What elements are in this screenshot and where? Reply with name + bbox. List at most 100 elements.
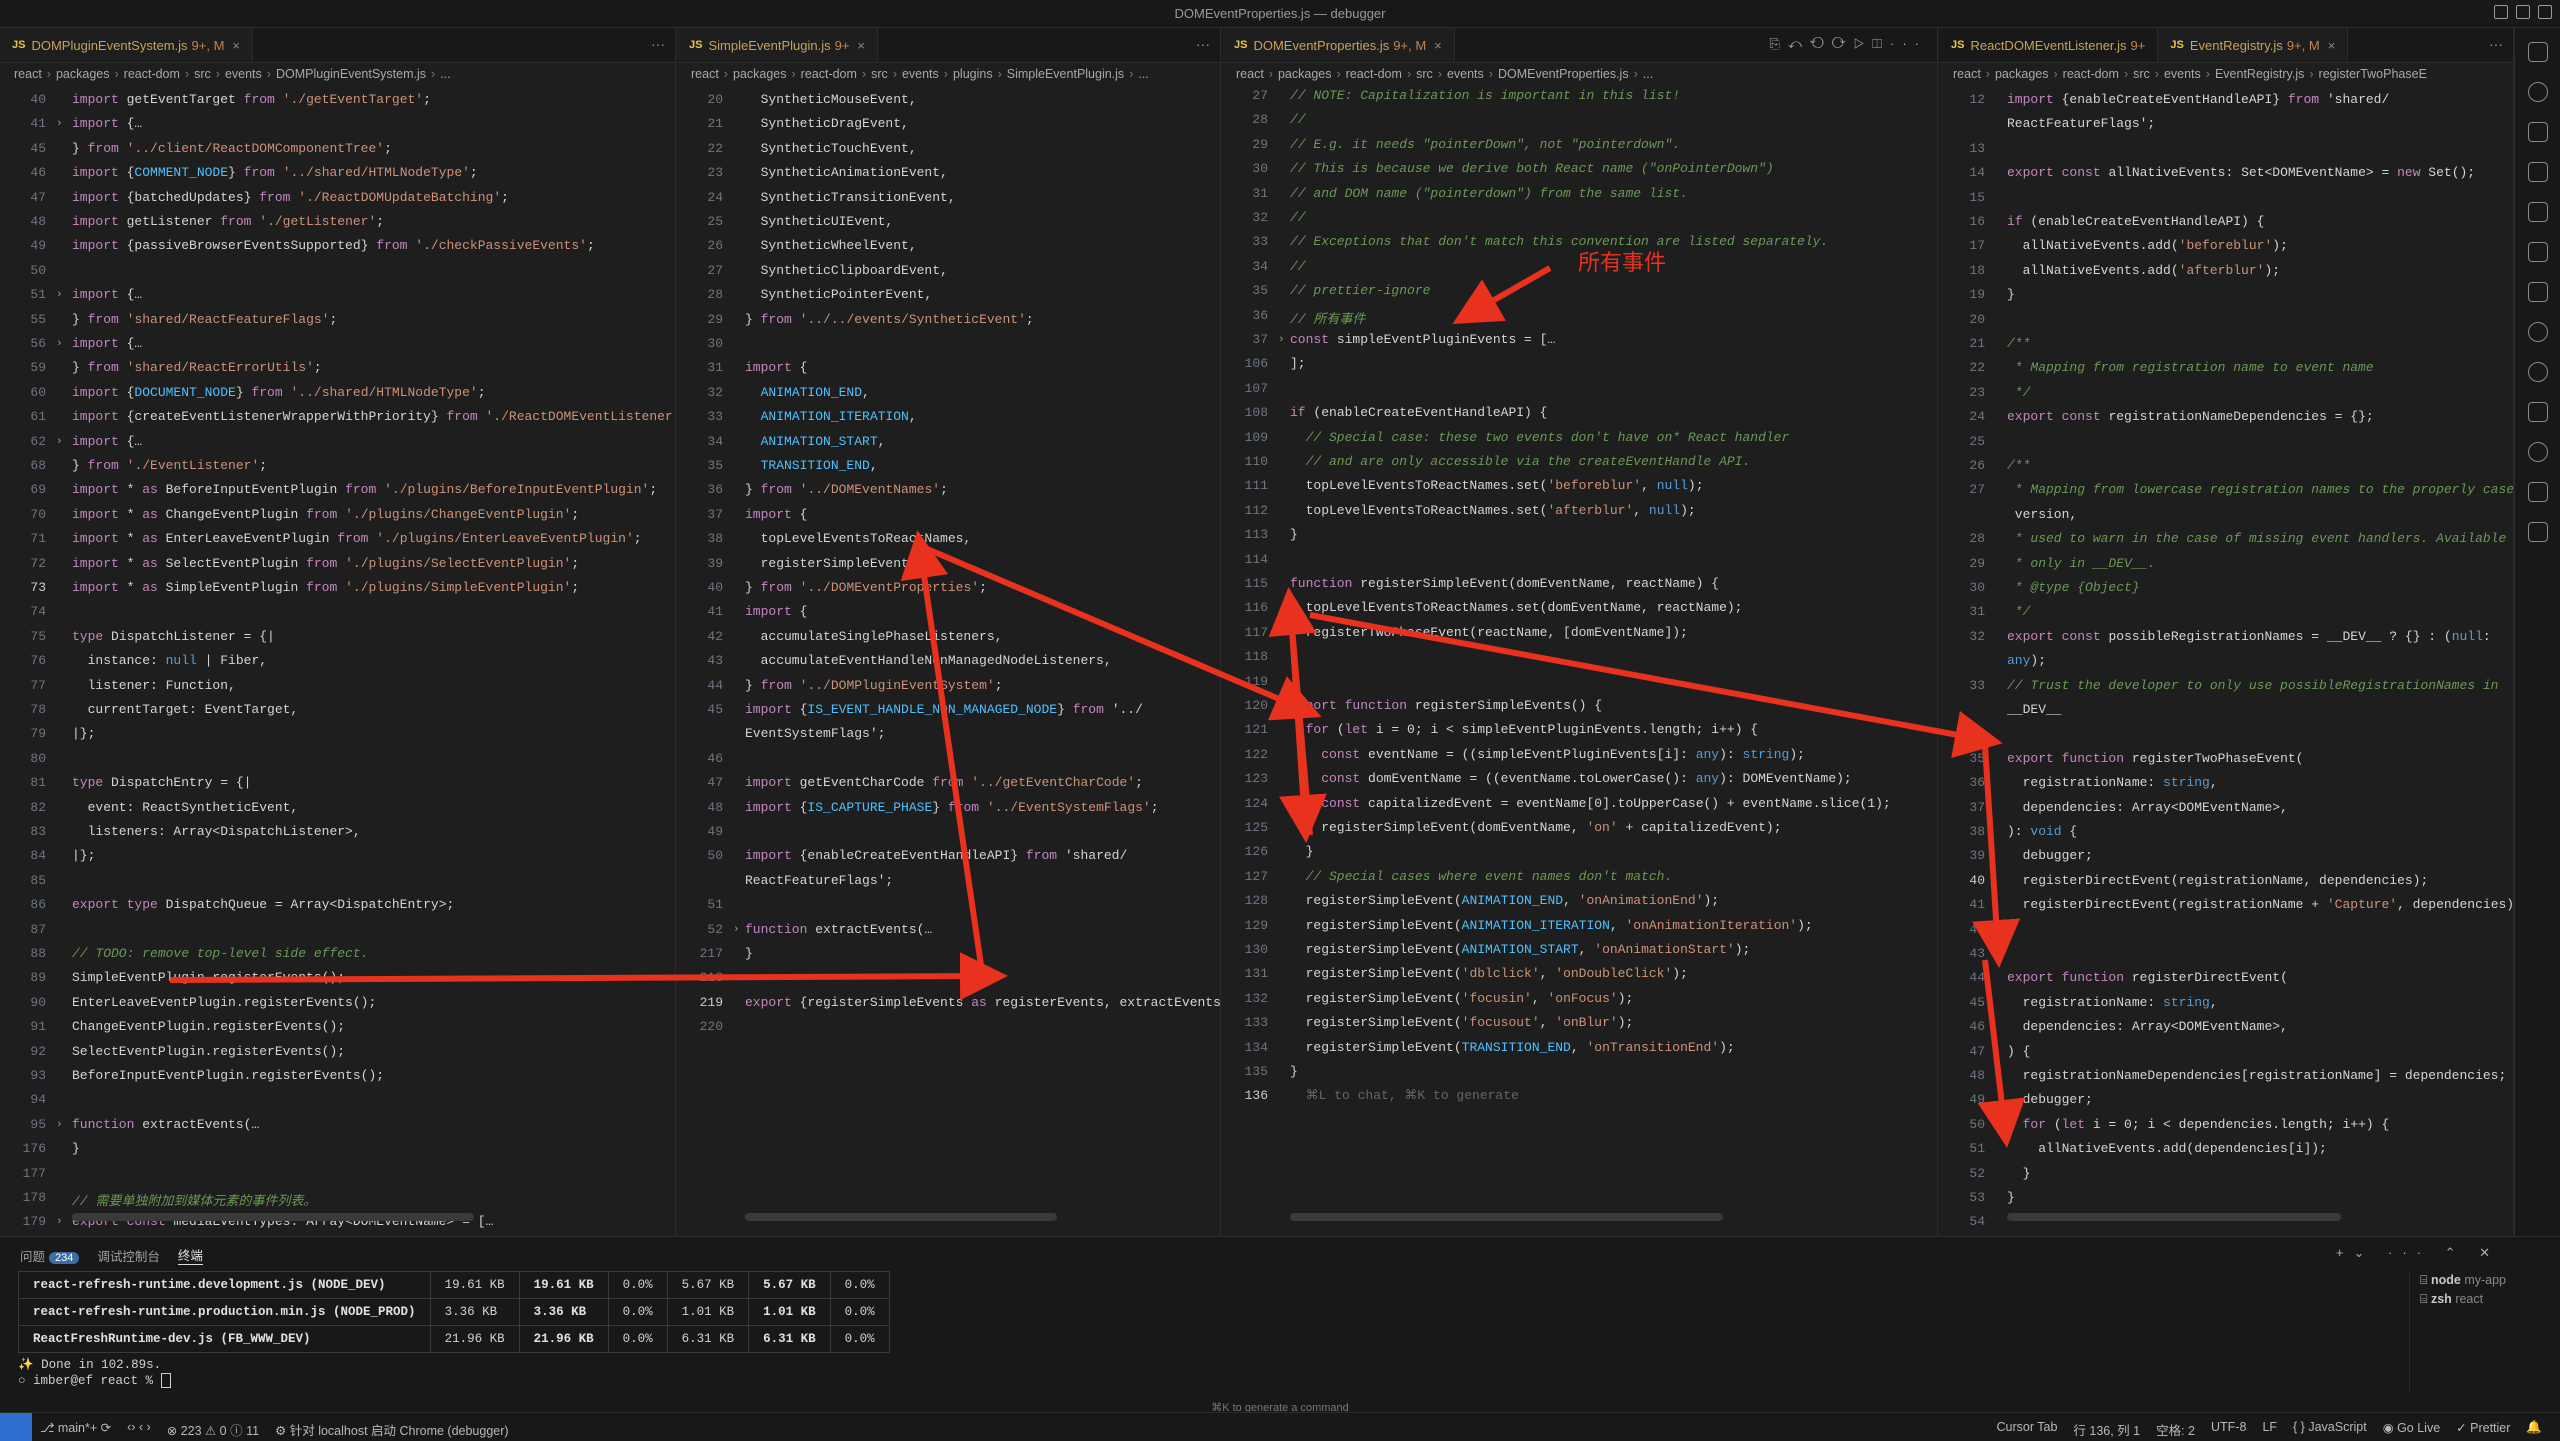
breadcrumb-item[interactable]: src (871, 67, 888, 81)
breadcrumb-item[interactable]: events (2164, 67, 2201, 81)
breadcrumb-item[interactable]: events (902, 67, 939, 81)
tab-simpleeventplugin[interactable]: JS SimpleEventPlugin.js 9+ × (677, 28, 879, 62)
close-icon[interactable]: × (1434, 38, 1442, 53)
breadcrumb-item[interactable]: events (1447, 67, 1484, 81)
tab-eventregistry[interactable]: JS EventRegistry.js 9+, M × (2158, 28, 2349, 62)
explorer-icon[interactable] (2528, 42, 2548, 62)
panel-toolbar[interactable]: +⌄ ··· ⌃ ✕ (2336, 1245, 2500, 1261)
database-icon[interactable] (2528, 242, 2548, 262)
fold-chevron-icon[interactable]: › (56, 289, 63, 301)
breadcrumb-item[interactable]: DOMEventProperties.js (1498, 67, 1629, 81)
extensions-icon[interactable] (2528, 162, 2548, 182)
remote-indicator[interactable] (0, 1413, 32, 1441)
breadcrumb-item[interactable]: ... (440, 67, 450, 81)
fold-chevron-icon[interactable]: › (1278, 334, 1285, 346)
terminal-table-row: ReactFreshRuntime-dev.js (FB_WWW_DEV) 21.… (18, 1325, 890, 1353)
code-editor[interactable]: 12 import {enableCreateEventHandleAPI} fr… (1939, 86, 2513, 1235)
problems-indicator[interactable]: ⊗ 223 ⚠ 0 ⓘ 11 (167, 1420, 259, 1439)
close-icon[interactable]: × (2328, 38, 2336, 53)
horizontal-scrollbar[interactable] (2007, 1213, 2341, 1221)
close-icon[interactable]: × (232, 38, 240, 53)
more-actions-icon[interactable]: ··· (2489, 36, 2503, 52)
timeline-icon[interactable] (2528, 362, 2548, 382)
go-live-button[interactable]: ◉ Go Live (2383, 1420, 2440, 1439)
toggle-sidebar-icon[interactable] (2516, 5, 2530, 19)
breadcrumb-item[interactable]: packages (56, 67, 110, 81)
line-number: 69 (30, 482, 46, 498)
remote-explorer-icon[interactable] (2528, 322, 2548, 342)
layout-controls[interactable] (2494, 5, 2552, 19)
fold-chevron-icon[interactable]: › (733, 924, 740, 936)
tab-reactdomeventlistener[interactable]: JS ReactDOMEventListener.js 9+ (1939, 28, 2159, 62)
breadcrumb-item[interactable]: packages (1278, 67, 1332, 81)
terminal-prompt[interactable]: ○ imber@ef react % (18, 1373, 171, 1389)
code-editor[interactable]: 27 // NOTE: Capitalization is important i… (1222, 86, 1937, 1235)
breadcrumb-item[interactable]: DOMPluginEventSystem.js (276, 67, 426, 81)
breadcrumb-item[interactable]: ... (1138, 67, 1148, 81)
language-mode[interactable]: { } JavaScript (2293, 1420, 2367, 1439)
fold-chevron-icon[interactable]: › (56, 1216, 63, 1228)
breadcrumb-item[interactable]: src (1416, 67, 1433, 81)
cursor-tab-status[interactable]: Cursor Tab (1996, 1420, 2057, 1439)
breadcrumb-item[interactable]: react-dom (1346, 67, 1402, 81)
customize-layout-icon[interactable] (2538, 5, 2552, 19)
horizontal-scrollbar[interactable] (1290, 1213, 1723, 1221)
breadcrumb-item[interactable]: react (1236, 67, 1264, 81)
encoding[interactable]: UTF-8 (2211, 1420, 2246, 1439)
breadcrumb-item[interactable]: packages (733, 67, 787, 81)
run-debug-icon[interactable] (2528, 202, 2548, 222)
toggle-panel-icon[interactable] (2494, 5, 2508, 19)
code-editor[interactable]: 20 SyntheticMouseEvent, 21 SyntheticDragE… (677, 86, 1220, 1235)
breadcrumb-item[interactable]: plugins (953, 67, 993, 81)
tab-debug-console[interactable]: 调试控制台 (97, 1246, 160, 1265)
breadcrumb-item[interactable]: src (2133, 67, 2150, 81)
breadcrumb-item[interactable]: react (1953, 67, 1981, 81)
breadcrumb-item[interactable]: react (691, 67, 719, 81)
docker-icon[interactable] (2528, 482, 2548, 502)
terminal-item-zsh[interactable]: ⌸ zsh react (2410, 1290, 2560, 1309)
more-actions-icon[interactable]: ··· (651, 36, 665, 52)
breadcrumb-item[interactable]: react (14, 67, 42, 81)
breadcrumb-item[interactable]: events (225, 67, 262, 81)
debug-target[interactable]: ⚙ 针对 localhost 启动 Chrome (debugger) (275, 1420, 509, 1439)
terminal-lines[interactable]: ✨ Done in 102.89s. ○ imber@ef react % (18, 1357, 171, 1389)
code-editor[interactable]: 40 import getEventTarget from './getEvent… (0, 86, 675, 1235)
fold-chevron-icon[interactable]: › (56, 338, 63, 350)
breadcrumb-item[interactable]: packages (1995, 67, 2049, 81)
tab-problems[interactable]: 问题 234 (20, 1246, 80, 1265)
breadcrumb-item[interactable]: EventRegistry.js (2215, 67, 2304, 81)
tab-dompluginevents[interactable]: JS DOMPluginEventSystem.js 9+, M × (0, 28, 253, 62)
package-icon[interactable] (2528, 522, 2548, 542)
editor-actions[interactable]: ⎘↶⟲⟳▷◫··· (1770, 36, 1927, 52)
terminal-item-node[interactable]: ⌸ node my-app (2410, 1271, 2560, 1290)
nav-arrows[interactable]: ‹› ‹ › (127, 1420, 151, 1439)
testing-icon[interactable] (2528, 402, 2548, 422)
fold-chevron-icon[interactable]: › (56, 118, 63, 130)
breadcrumb-item[interactable]: src (194, 67, 211, 81)
prettier-status[interactable]: ✓ Prettier (2456, 1420, 2510, 1439)
horizontal-scrollbar[interactable] (72, 1213, 474, 1221)
search-icon[interactable] (2528, 82, 2548, 102)
horizontal-scrollbar[interactable] (745, 1213, 1057, 1221)
tab-terminal[interactable]: 终端 (177, 1245, 203, 1265)
notifications-bell-icon[interactable]: 🔔 (2526, 1420, 2542, 1439)
branch-indicator[interactable]: ⎇ main*+ ⟳ (40, 1420, 111, 1439)
fold-chevron-icon[interactable]: › (56, 436, 63, 448)
gitlens-icon[interactable] (2528, 442, 2548, 462)
tab-domeventproperties[interactable]: JS DOMEventProperties.js 9+, M × (1222, 28, 1455, 62)
line-endings[interactable]: LF (2262, 1420, 2277, 1439)
layers-icon[interactable] (2528, 282, 2548, 302)
breadcrumb-item[interactable]: registerTwoPhaseE (2319, 67, 2427, 81)
cursor-position[interactable]: 行 136, 列 1 (2073, 1420, 2140, 1439)
source-control-icon[interactable] (2528, 122, 2548, 142)
more-actions-icon[interactable]: ··· (1196, 36, 1210, 52)
breadcrumb-item[interactable]: react-dom (124, 67, 180, 81)
indentation[interactable]: 空格: 2 (2156, 1420, 2195, 1439)
breadcrumb-item[interactable]: SimpleEventPlugin.js (1007, 67, 1124, 81)
code-line: const domEventName = ((eventName.toLower… (1321, 771, 1852, 787)
fold-chevron-icon[interactable]: › (56, 1119, 63, 1131)
close-icon[interactable]: × (857, 38, 865, 53)
breadcrumb-item[interactable]: react-dom (801, 67, 857, 81)
breadcrumb-item[interactable]: ... (1643, 67, 1653, 81)
breadcrumb-item[interactable]: react-dom (2063, 67, 2119, 81)
